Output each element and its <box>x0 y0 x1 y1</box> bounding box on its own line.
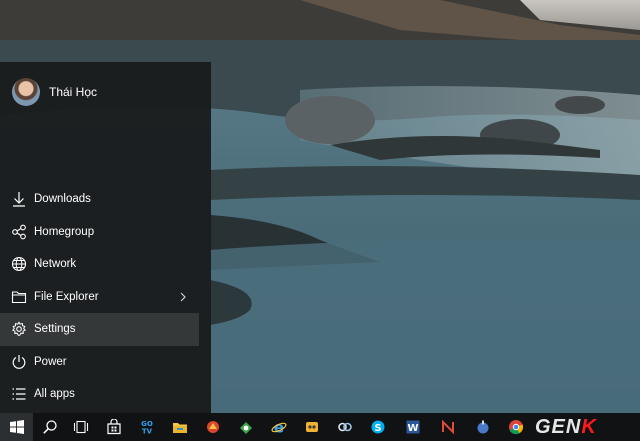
svg-text:W: W <box>407 423 418 434</box>
avatar <box>12 78 40 106</box>
download-icon <box>10 190 28 208</box>
app-green-button[interactable] <box>229 413 262 441</box>
start-menu-places: Downloads Homegroup Network File Explore… <box>0 183 211 411</box>
task-view-icon <box>73 420 88 434</box>
menu-item-label: Power <box>34 355 67 368</box>
chrome-icon <box>508 420 523 435</box>
search-icon <box>42 420 57 434</box>
app-n-icon <box>441 419 454 435</box>
task-view-button[interactable] <box>64 413 97 441</box>
homegroup-icon <box>10 223 28 241</box>
menu-item-label: Network <box>34 258 77 271</box>
app-red-button[interactable] <box>196 413 229 441</box>
chrome-button[interactable] <box>499 413 532 441</box>
store-button[interactable] <box>97 413 130 441</box>
svg-text:e: e <box>273 419 283 435</box>
menu-item-file-explorer[interactable]: File Explorer <box>0 281 211 314</box>
list-icon <box>10 385 28 403</box>
user-account-button[interactable]: Thái Học <box>0 62 211 122</box>
network-icon <box>10 255 28 273</box>
app-n-button[interactable] <box>431 413 464 441</box>
app-link-button[interactable] <box>328 413 361 441</box>
start-button[interactable] <box>0 413 33 441</box>
svg-text:TV: TV <box>141 428 152 436</box>
internet-explorer-icon: e <box>270 419 287 435</box>
gotv-button[interactable]: GO TV <box>130 413 163 441</box>
word-button[interactable]: W <box>396 413 429 441</box>
gear-icon <box>10 320 28 338</box>
menu-item-settings[interactable]: Settings <box>0 313 199 346</box>
menu-item-label: Homegroup <box>34 225 95 238</box>
start-menu: Thái Học Downloads Homegroup Network Fil… <box>0 62 211 413</box>
app-yellow-icon <box>305 422 318 432</box>
menu-item-downloads[interactable]: Downloads <box>0 183 211 216</box>
search-button[interactable] <box>33 413 66 441</box>
menu-item-label: All apps <box>34 388 75 401</box>
user-name: Thái Học <box>49 85 98 99</box>
app-blue-button[interactable] <box>466 413 499 441</box>
skype-icon: S <box>371 420 384 434</box>
watermark-main: GEN <box>535 415 582 438</box>
chevron-right-icon[interactable] <box>178 290 188 304</box>
menu-item-homegroup[interactable]: Homegroup <box>0 216 211 249</box>
menu-item-label: File Explorer <box>34 290 99 303</box>
app-red-icon <box>206 421 219 433</box>
taskbar: GO TV e S W GEN K <box>0 413 640 441</box>
windows-logo-icon <box>9 420 24 434</box>
skype-button[interactable]: S <box>361 413 394 441</box>
app-green-icon <box>239 422 252 434</box>
app-blue-icon <box>477 420 488 434</box>
menu-item-power[interactable]: Power <box>0 346 211 379</box>
word-icon: W <box>406 420 419 434</box>
svg-text:S: S <box>374 423 381 434</box>
folder-icon <box>10 288 28 306</box>
file-explorer-taskbar-button[interactable] <box>163 413 196 441</box>
menu-item-label: Downloads <box>34 193 91 206</box>
watermark-accent: K <box>581 415 597 438</box>
file-explorer-icon <box>172 423 187 433</box>
menu-item-label: Settings <box>34 323 76 336</box>
internet-explorer-button[interactable]: e <box>262 413 295 441</box>
genk-watermark: GEN K <box>535 414 597 440</box>
menu-item-network[interactable]: Network <box>0 248 211 281</box>
gotv-icon: GOTV <box>141 420 153 436</box>
store-icon <box>106 419 121 435</box>
menu-item-all-apps[interactable]: All apps <box>0 378 211 411</box>
power-icon <box>10 353 28 371</box>
app-yellow-button[interactable] <box>295 413 328 441</box>
app-link-icon <box>337 422 352 432</box>
